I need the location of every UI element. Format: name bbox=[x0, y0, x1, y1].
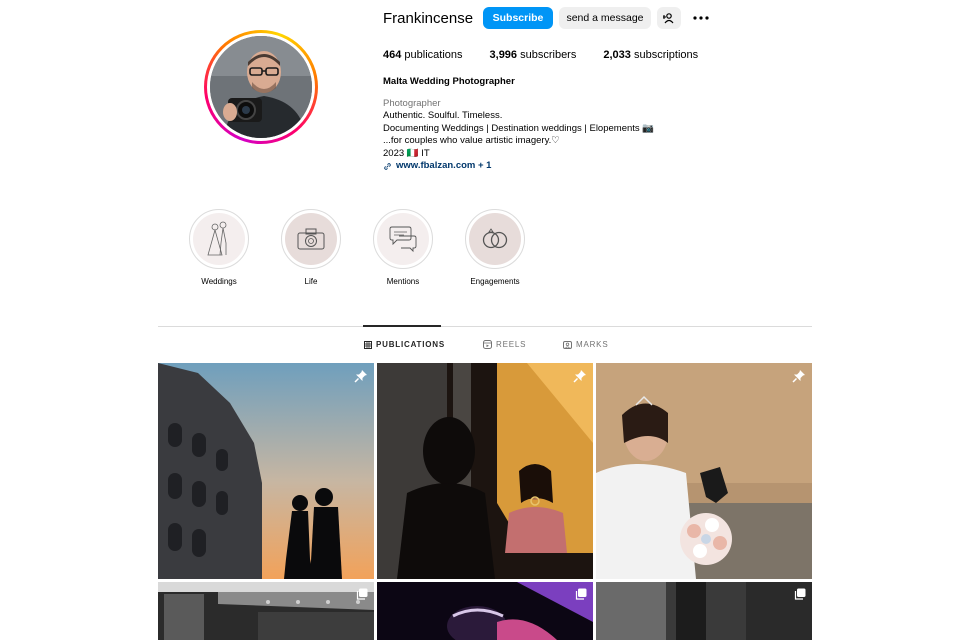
camera-sketch-icon bbox=[297, 228, 325, 250]
stat-value: 464 bbox=[383, 49, 402, 61]
add-person-icon bbox=[663, 13, 674, 24]
tab-label: PUBLICATIONS bbox=[376, 340, 446, 349]
post-image-bride-bouquet bbox=[596, 363, 812, 579]
subscribe-button[interactable]: Subscribe bbox=[483, 7, 553, 29]
pin-icon bbox=[792, 370, 805, 383]
photographer-portrait bbox=[210, 36, 312, 138]
avatar-border bbox=[207, 33, 315, 141]
highlight-label: Life bbox=[304, 277, 318, 286]
tab-publications[interactable]: PUBLICATIONS bbox=[364, 340, 445, 349]
bride-groom-sketch-icon bbox=[207, 221, 227, 256]
pin-icon bbox=[354, 370, 367, 383]
stat-label: publications bbox=[404, 49, 463, 61]
post-tile[interactable] bbox=[596, 582, 812, 640]
highlight-cover bbox=[285, 213, 337, 265]
grid-icon bbox=[364, 340, 372, 349]
post-image-colosseum-couple bbox=[158, 363, 374, 579]
highlight-life[interactable]: Life bbox=[271, 209, 351, 286]
highlight-ring bbox=[189, 209, 249, 269]
profile-stats: 464 publications 3,996 subscribers 2,033… bbox=[383, 49, 725, 61]
profile-full-name: Malta Wedding Photographer bbox=[383, 76, 515, 87]
profile-avatar[interactable] bbox=[204, 30, 318, 144]
tabs-divider bbox=[158, 326, 812, 327]
bio-line: Authentic. Soulful. Timeless. bbox=[383, 110, 503, 121]
post-tile[interactable] bbox=[158, 363, 374, 579]
bio-line: 2023 🇮🇹 IT bbox=[383, 147, 430, 159]
profile-website-link[interactable]: www.fbalzan.com + 1 bbox=[383, 160, 743, 173]
more-dots-icon bbox=[693, 16, 709, 20]
avatar-photo bbox=[210, 36, 312, 138]
carousel-icon bbox=[575, 588, 587, 600]
tagged-icon bbox=[563, 341, 572, 349]
highlight-cover bbox=[469, 213, 521, 265]
pin-icon bbox=[573, 370, 586, 383]
bio-line: ...for couples who value artistic imager… bbox=[383, 135, 560, 146]
speech-bubbles-icon bbox=[389, 226, 417, 253]
highlight-label: Weddings bbox=[201, 277, 237, 286]
more-options-button[interactable] bbox=[690, 7, 712, 29]
stat-publications: 464 publications bbox=[383, 49, 463, 61]
reels-icon bbox=[483, 340, 492, 349]
post-tile[interactable] bbox=[596, 363, 812, 579]
rings-icon bbox=[482, 228, 508, 249]
post-tile[interactable] bbox=[377, 363, 593, 579]
link-icon bbox=[384, 162, 391, 170]
stat-subscribers[interactable]: 3,996 subscribers bbox=[490, 49, 577, 61]
highlight-weddings[interactable]: Weddings bbox=[179, 209, 259, 286]
profile-category: Photographer bbox=[383, 97, 441, 109]
stat-label: subscriptions bbox=[633, 49, 699, 61]
stat-label: subscribers bbox=[520, 49, 577, 61]
stat-value: 2,033 bbox=[603, 49, 631, 61]
send-message-button[interactable]: send a message bbox=[559, 7, 651, 29]
tab-marks[interactable]: MARKS bbox=[563, 340, 608, 349]
website-link-text[interactable]: www.fbalzan.com + 1 bbox=[396, 160, 491, 173]
tab-label: REELS bbox=[496, 340, 527, 349]
highlight-label: Engagements bbox=[470, 277, 520, 286]
highlight-engagements[interactable]: Engagements bbox=[455, 209, 535, 286]
stat-value: 3,996 bbox=[489, 49, 518, 61]
stat-subscriptions[interactable]: 2,033 subscriptions bbox=[603, 49, 698, 61]
tab-label: MARKS bbox=[576, 340, 609, 349]
highlight-mentions[interactable]: Mentions bbox=[363, 209, 443, 286]
post-image-bw-doorway bbox=[596, 582, 812, 640]
highlight-ring bbox=[373, 209, 433, 269]
highlight-label: Mentions bbox=[386, 277, 420, 286]
highlight-ring bbox=[465, 209, 525, 269]
bio-line: Documenting Weddings | Destination weddi… bbox=[383, 122, 655, 134]
carousel-icon bbox=[794, 588, 806, 600]
profile-username: Frankincense bbox=[383, 10, 474, 27]
profile-bio: Malta Wedding Photographer Photographer … bbox=[383, 76, 743, 173]
suggest-users-button[interactable] bbox=[657, 7, 681, 29]
highlight-cover bbox=[377, 213, 429, 265]
post-image-couple-purple-light bbox=[377, 582, 593, 640]
post-image-bride-shadow bbox=[377, 363, 593, 579]
post-image-venue-interior bbox=[158, 582, 374, 640]
carousel-icon bbox=[356, 588, 368, 600]
tab-reels[interactable]: REELS bbox=[483, 340, 526, 349]
active-tab-indicator bbox=[363, 325, 441, 327]
post-tile[interactable] bbox=[377, 582, 593, 640]
highlight-cover bbox=[193, 213, 245, 265]
highlight-ring bbox=[281, 209, 341, 269]
post-tile[interactable] bbox=[158, 582, 374, 640]
